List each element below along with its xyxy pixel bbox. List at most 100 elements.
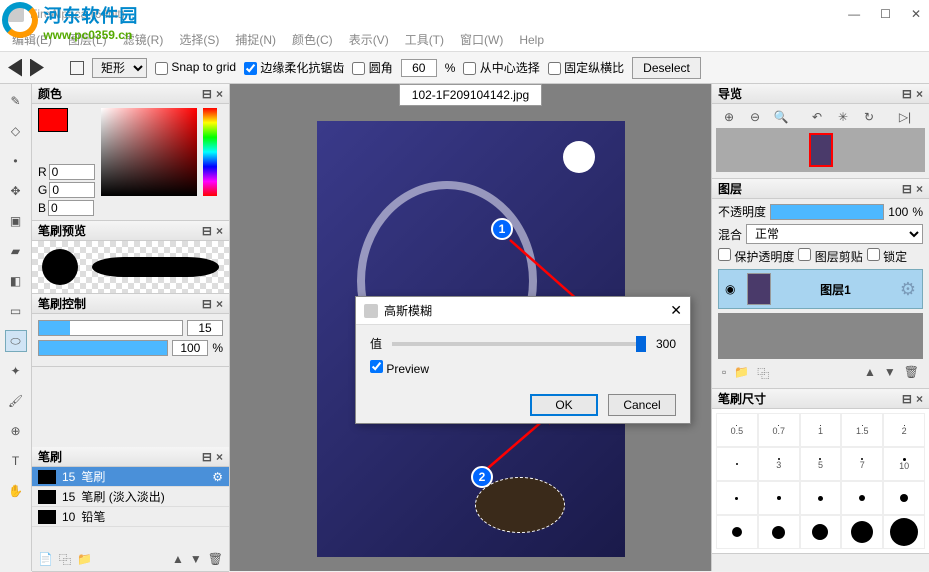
close-icon[interactable]: ×: [916, 392, 923, 406]
window-minimize[interactable]: —: [848, 7, 860, 21]
brush-size-cell[interactable]: 10: [883, 447, 925, 481]
menu-tool[interactable]: 工具(T): [401, 29, 448, 50]
brush-list-item[interactable]: 15 笔刷 ⚙: [32, 467, 229, 487]
eraser-tool-icon[interactable]: ◇: [5, 120, 27, 142]
window-close[interactable]: ✕: [911, 7, 921, 21]
eye-icon[interactable]: ◉: [725, 282, 739, 296]
brush-size-cell[interactable]: [883, 515, 925, 549]
menu-snap[interactable]: 捕捉(N): [231, 29, 280, 50]
gradient-tool-icon[interactable]: ◧: [5, 270, 27, 292]
clipping-checkbox[interactable]: 图层剪贴: [798, 248, 862, 265]
snap-checkbox[interactable]: Snap to grid: [155, 60, 236, 74]
b-input[interactable]: [48, 200, 94, 216]
move-tool-icon[interactable]: ✥: [5, 180, 27, 202]
clone-tool-icon[interactable]: ⊕: [5, 420, 27, 442]
blend-mode-select[interactable]: 正常: [746, 224, 923, 244]
dup-brush-icon[interactable]: ⿻: [59, 551, 71, 568]
brush-size-cell[interactable]: 5: [800, 447, 842, 481]
nav-next-icon[interactable]: [30, 59, 44, 77]
rotate-left-icon[interactable]: ↶: [808, 110, 826, 124]
close-icon[interactable]: ×: [216, 450, 223, 464]
text-tool-icon[interactable]: T: [5, 450, 27, 472]
menu-color[interactable]: 颜色(C): [288, 29, 337, 50]
protect-alpha-checkbox[interactable]: 保护透明度: [718, 248, 794, 265]
brush-opacity-slider[interactable]: [38, 340, 168, 356]
gear-icon[interactable]: ⚙: [212, 470, 223, 484]
menu-help[interactable]: Help: [515, 31, 548, 49]
menu-view[interactable]: 表示(V): [345, 29, 393, 50]
close-icon[interactable]: ×: [916, 182, 923, 196]
dock-icon[interactable]: ⊟: [902, 87, 912, 101]
close-icon[interactable]: ×: [216, 224, 223, 238]
dock-icon[interactable]: ⊟: [202, 224, 212, 238]
brush-size-cell[interactable]: [758, 481, 800, 515]
loading-icon[interactable]: ✳: [834, 110, 852, 124]
close-icon[interactable]: ×: [216, 87, 223, 101]
dialog-close-icon[interactable]: ✕: [670, 302, 682, 319]
ok-button[interactable]: OK: [530, 394, 598, 416]
menu-window[interactable]: 窗口(W): [456, 29, 507, 50]
dock-icon[interactable]: ⊟: [202, 87, 212, 101]
menu-edit[interactable]: 编辑(E): [8, 29, 56, 50]
down-icon[interactable]: ▼: [190, 552, 202, 566]
round-checkbox[interactable]: 圆角: [352, 59, 392, 76]
layer-opacity-slider[interactable]: [770, 204, 884, 220]
rect-select-tool-icon[interactable]: ▭: [5, 300, 27, 322]
fixed-ratio-checkbox[interactable]: 固定纵横比: [548, 59, 624, 76]
zoom-in-icon[interactable]: ⊕: [720, 110, 738, 124]
antialias-checkbox[interactable]: 边缘柔化抗锯齿: [244, 59, 344, 76]
close-icon[interactable]: ×: [916, 87, 923, 101]
brush-size-cell[interactable]: 3: [758, 447, 800, 481]
round-value-input[interactable]: [401, 59, 437, 77]
dock-icon[interactable]: ⊟: [202, 450, 212, 464]
brush-size-cell[interactable]: [800, 515, 842, 549]
brush-size-cell[interactable]: 7: [841, 447, 883, 481]
brush-size-cell[interactable]: [716, 447, 758, 481]
delete-layer-icon[interactable]: 🗑: [904, 365, 919, 382]
dock-icon[interactable]: ⊟: [902, 182, 912, 196]
brush-size-cell[interactable]: [758, 515, 800, 549]
menu-select[interactable]: 选择(S): [175, 29, 223, 50]
up-icon[interactable]: ▲: [864, 365, 876, 382]
brush-size-cell[interactable]: 1: [800, 413, 842, 447]
window-maximize[interactable]: ☐: [880, 7, 891, 21]
canvas-tab[interactable]: 102-1F209104142.jpg: [399, 84, 542, 106]
brush-size-cell[interactable]: [800, 481, 842, 515]
hand-tool-icon[interactable]: ✋: [5, 480, 27, 502]
brush-size-cell[interactable]: [716, 515, 758, 549]
brush-size-cell[interactable]: 0.7: [758, 413, 800, 447]
cancel-button[interactable]: Cancel: [608, 394, 676, 416]
menu-layer[interactable]: 图层(L): [64, 29, 111, 50]
r-input[interactable]: [49, 164, 95, 180]
navigator-thumb[interactable]: [716, 128, 925, 172]
color-picker[interactable]: [101, 108, 197, 196]
gear-icon[interactable]: ⚙: [900, 279, 916, 300]
layer-item[interactable]: ◉ 图层1 ⚙: [718, 269, 923, 309]
dot-tool-icon[interactable]: •: [5, 150, 27, 172]
dup-layer-icon[interactable]: ⿻: [757, 365, 769, 382]
folder-icon[interactable]: 📁: [77, 552, 92, 566]
brush-size-cell[interactable]: [716, 481, 758, 515]
brush-size-cell[interactable]: [841, 515, 883, 549]
hue-slider[interactable]: [203, 108, 217, 196]
zoom-out-icon[interactable]: ⊖: [746, 110, 764, 124]
up-icon[interactable]: ▲: [172, 552, 184, 566]
flip-icon[interactable]: ▷|: [896, 110, 914, 124]
rotate-right-icon[interactable]: ↻: [860, 110, 878, 124]
brush-size-cell[interactable]: [883, 481, 925, 515]
lasso-tool-icon[interactable]: ⬭: [5, 330, 27, 352]
nav-prev-icon[interactable]: [8, 59, 22, 77]
dock-icon[interactable]: ⊟: [202, 297, 212, 311]
lock-checkbox[interactable]: 锁定: [867, 248, 907, 265]
wand-tool-icon[interactable]: ✦: [5, 360, 27, 382]
deselect-button[interactable]: Deselect: [632, 57, 701, 79]
brush-tool-icon[interactable]: 🖌: [5, 390, 27, 412]
delete-icon[interactable]: 🗑: [208, 552, 223, 566]
close-icon[interactable]: ×: [216, 297, 223, 311]
shape-select[interactable]: 矩形: [92, 58, 147, 78]
g-input[interactable]: [49, 182, 95, 198]
new-layer-icon[interactable]: ▫: [722, 365, 726, 382]
add-brush-icon[interactable]: 📄: [38, 552, 53, 566]
brush-list-item[interactable]: 15 笔刷 (淡入淡出): [32, 487, 229, 507]
brush-size-value[interactable]: 15: [187, 320, 223, 336]
